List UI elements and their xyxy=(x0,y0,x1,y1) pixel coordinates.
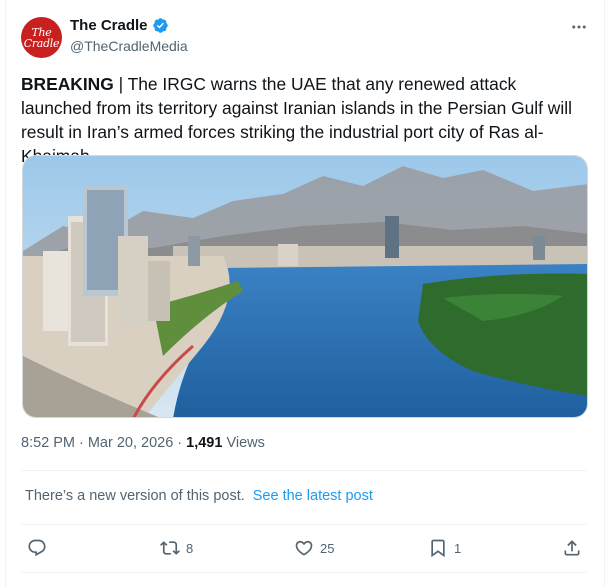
edit-notice-text: There’s a new version of this post. xyxy=(25,488,245,504)
post-lead: BREAKING xyxy=(21,74,114,94)
views-count: 1,491 xyxy=(186,435,223,451)
like-button[interactable]: 25 xyxy=(294,534,334,562)
bookmark-count: 1 xyxy=(454,540,462,556)
post-image[interactable] xyxy=(22,155,588,418)
divider xyxy=(21,572,587,573)
post-time[interactable]: 8:52 PM xyxy=(21,435,75,451)
display-name[interactable]: The Cradle xyxy=(70,17,148,34)
bookmark-icon xyxy=(431,539,445,558)
more-icon[interactable] xyxy=(568,16,590,38)
edit-notice: There’s a new version of this post. See … xyxy=(25,488,373,504)
reply-icon xyxy=(28,539,46,557)
post-text: BREAKING | The IRGC warns the UAE that a… xyxy=(21,72,591,168)
repost-icon xyxy=(160,541,180,555)
bookmark-button[interactable]: 1 xyxy=(428,534,461,562)
post-meta: 8:52 PM · Mar 20, 2026 · 1,491 Views xyxy=(21,435,265,451)
share-button[interactable] xyxy=(562,534,582,562)
heart-icon xyxy=(295,540,313,556)
author-name-row: The Cradle xyxy=(70,17,169,34)
post-date[interactable]: Mar 20, 2026 xyxy=(88,435,173,451)
repost-count: 8 xyxy=(186,540,194,556)
meta-separator: · xyxy=(177,435,183,451)
meta-separator: · xyxy=(79,435,84,451)
see-latest-post-link[interactable]: See the latest post xyxy=(253,488,373,504)
author-handle[interactable]: @TheCradleMedia xyxy=(70,38,188,54)
reply-button[interactable] xyxy=(27,534,53,562)
divider xyxy=(21,524,587,525)
avatar[interactable]: The Cradle xyxy=(21,17,62,58)
share-icon xyxy=(564,540,580,556)
verified-badge-icon[interactable] xyxy=(152,17,169,34)
city-coastline-photo xyxy=(23,156,587,417)
views-label: Views xyxy=(226,435,265,451)
divider xyxy=(21,470,587,471)
repost-button[interactable]: 8 xyxy=(160,534,193,562)
like-count: 25 xyxy=(320,540,335,556)
action-bar: 8 25 1 xyxy=(0,534,608,564)
avatar-logo-text: The Cradle xyxy=(23,25,60,50)
